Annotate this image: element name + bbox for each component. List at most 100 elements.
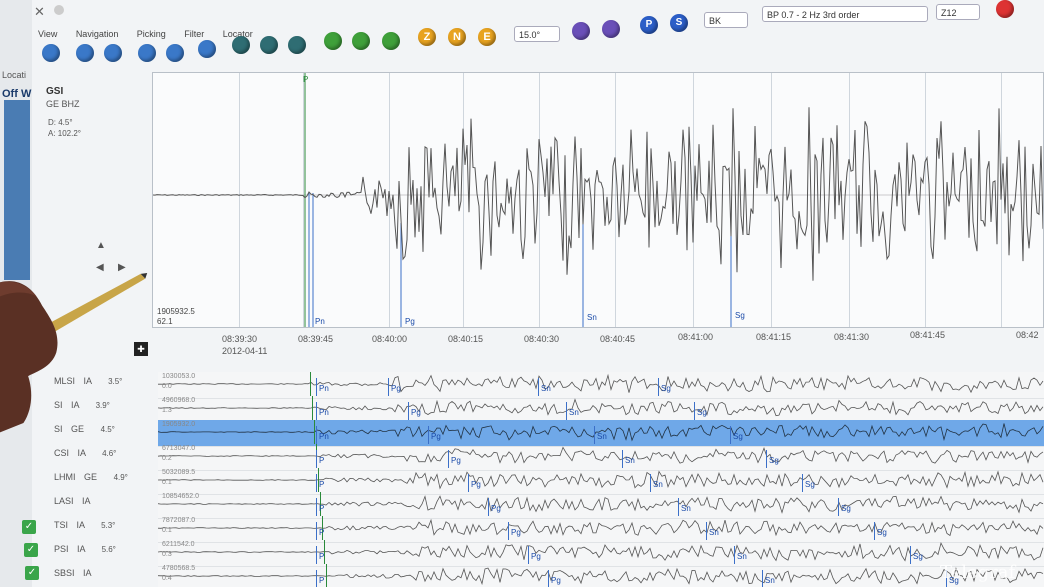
trace-row[interactable]: 6211542.0 0.3 P Pg Sn Sg — [158, 540, 1044, 567]
pick-label-sg: Sg — [735, 311, 745, 320]
pick-label-pn: Pn — [315, 317, 325, 326]
trace-amplitude-2: 1.3 — [162, 407, 172, 414]
pick-marker — [468, 474, 469, 492]
pick-marker — [316, 570, 317, 587]
menu-navigation[interactable]: Navigation — [76, 29, 119, 39]
pick-marker — [428, 426, 429, 444]
menu-view[interactable]: View — [38, 29, 57, 39]
pick-marker — [326, 564, 327, 587]
align-button-1[interactable] — [572, 22, 590, 40]
pick-marker — [316, 522, 317, 540]
filter-button[interactable] — [198, 40, 216, 58]
locate-button-2[interactable] — [260, 36, 278, 54]
left-label-off: Off W — [2, 88, 32, 100]
pick-label: Pg — [391, 384, 401, 393]
nav-down-button[interactable] — [104, 44, 122, 62]
pick-marker — [314, 420, 315, 444]
pick-label-p: P — [303, 75, 309, 84]
pick-marker — [910, 546, 911, 564]
station-checkbox[interactable]: ✓ — [22, 520, 36, 534]
trace-row[interactable]: 1905932.0 Pn Pg Sn Sg — [158, 420, 1044, 447]
component-z-button[interactable]: Z — [418, 28, 436, 46]
pick-label: Sn — [737, 552, 747, 561]
menu-filter[interactable]: Filter — [184, 29, 204, 39]
pick-prev-button[interactable] — [138, 44, 156, 62]
amplitude-label-2: 62.1 — [157, 317, 173, 326]
menu-picking[interactable]: Picking — [137, 29, 166, 39]
pick-label: Pn — [319, 384, 329, 393]
pick-label: Sn — [625, 456, 635, 465]
time-tick: 08:40:30 — [524, 334, 560, 344]
trace-row[interactable]: 5032089.5 0.1 P Pg Sn Sg — [158, 468, 1044, 495]
trace-waveform — [158, 518, 1044, 537]
align-button-2[interactable] — [602, 20, 620, 38]
zoom-reset-button[interactable] — [352, 32, 370, 50]
pick-label-pg: Pg — [405, 317, 415, 326]
trace-amplitude-2: 0.3 — [162, 551, 172, 558]
trace-amplitude: 6211542.0 — [162, 541, 195, 548]
pick-next-button[interactable] — [166, 44, 184, 62]
trace-row[interactable]: 10854652.0 P Pg Sn Sg — [158, 492, 1044, 519]
trace-amplitude-2: 0.1 — [162, 479, 172, 486]
pick-label: Pg — [491, 504, 501, 513]
trace-list-pane[interactable]: 1030053.0 0.0 Pn Pg Sn Sg 4960968.0 1.3 Pn Pg Sn Sg… — [158, 372, 1044, 587]
trace-waveform — [158, 373, 1044, 394]
trace-amplitude: 5032089.5 — [162, 469, 196, 476]
pick-marker — [388, 378, 389, 396]
locate-button-3[interactable] — [288, 36, 306, 54]
hand-with-pencil — [0, 272, 148, 433]
station-checkbox[interactable]: ✓ — [25, 566, 39, 580]
station-network: IA — [77, 544, 86, 554]
station-code: TSI — [54, 520, 69, 530]
nav-up-button[interactable] — [76, 44, 94, 62]
component-n-button[interactable]: N — [448, 28, 466, 46]
trace-amplitude: 1905932.0 — [162, 421, 196, 428]
pick-marker — [408, 402, 409, 420]
station-code: SBSI — [54, 568, 75, 578]
component-e-button[interactable]: E — [478, 28, 496, 46]
station-network: IA — [83, 568, 92, 578]
minimize-icon[interactable] — [54, 5, 64, 15]
component-select[interactable]: Z12 — [936, 4, 980, 20]
filter-select[interactable]: BP 0.7 - 2 Hz 3rd order — [762, 6, 928, 22]
pick-label: P — [319, 480, 325, 489]
station-checkbox[interactable]: ✓ — [24, 543, 38, 557]
pick-label-sn: Sn — [587, 313, 597, 322]
trace-row[interactable]: 1030053.0 0.0 Pn Pg Sn Sg — [158, 372, 1044, 399]
pick-marker — [316, 546, 317, 564]
pick-marker — [762, 570, 763, 587]
main-waveform-plot[interactable]: P Pn Pg Sn Sg 1905932.5 62.1 — [152, 72, 1044, 328]
pick-label: Sn — [541, 384, 551, 393]
time-tick: 08:39:30 — [222, 334, 258, 344]
trace-row[interactable]: 4960968.0 1.3 Pn Pg Sn Sg — [158, 396, 1044, 423]
pick-s-button[interactable]: S — [670, 14, 688, 32]
trace-row[interactable]: 6713047.0 0.2 P Pg Sn Sg — [158, 444, 1044, 471]
pick-label: Pg — [551, 576, 561, 585]
station-row-label[interactable]: SBSI IA — [54, 568, 106, 578]
station-row-label[interactable]: TSI IA 5.3° — [54, 520, 115, 530]
stop-button[interactable] — [996, 0, 1014, 18]
time-tick: 08:41:30 — [834, 332, 870, 342]
station-code: PSI — [54, 544, 69, 554]
pick-label: Sn — [709, 528, 719, 537]
station-row-label[interactable]: PSI IA 5.6° — [54, 544, 116, 554]
zoom-in-button[interactable] — [324, 32, 342, 50]
zoom-out-button[interactable] — [382, 32, 400, 50]
pick-marker — [316, 378, 317, 396]
main-station-code: GSI — [46, 86, 64, 97]
pick-marker — [448, 450, 449, 468]
pick-label: Sg — [697, 408, 707, 417]
home-button[interactable] — [42, 44, 60, 62]
trace-row[interactable]: 7872087.0 0.1 P Pg Sn Sg — [158, 516, 1044, 543]
time-window-select[interactable]: 15.0° — [514, 26, 560, 42]
network-select[interactable]: BK — [704, 12, 748, 28]
pick-label: Pg — [471, 480, 481, 489]
main-station-distance: D: 4.5° — [48, 118, 73, 127]
time-axis: 08:39:30 08:39:45 08:40:00 08:40:15 08:4… — [152, 330, 1044, 360]
time-tick: 08:40:00 — [372, 334, 408, 344]
locate-button-1[interactable] — [232, 36, 250, 54]
pick-label: Sg — [841, 504, 851, 513]
trace-row[interactable]: 4780568.5 0.4 P Pg Sn Sg — [158, 564, 1044, 587]
pick-p-button[interactable]: P — [640, 16, 658, 34]
close-icon[interactable]: ✕ — [34, 4, 45, 20]
